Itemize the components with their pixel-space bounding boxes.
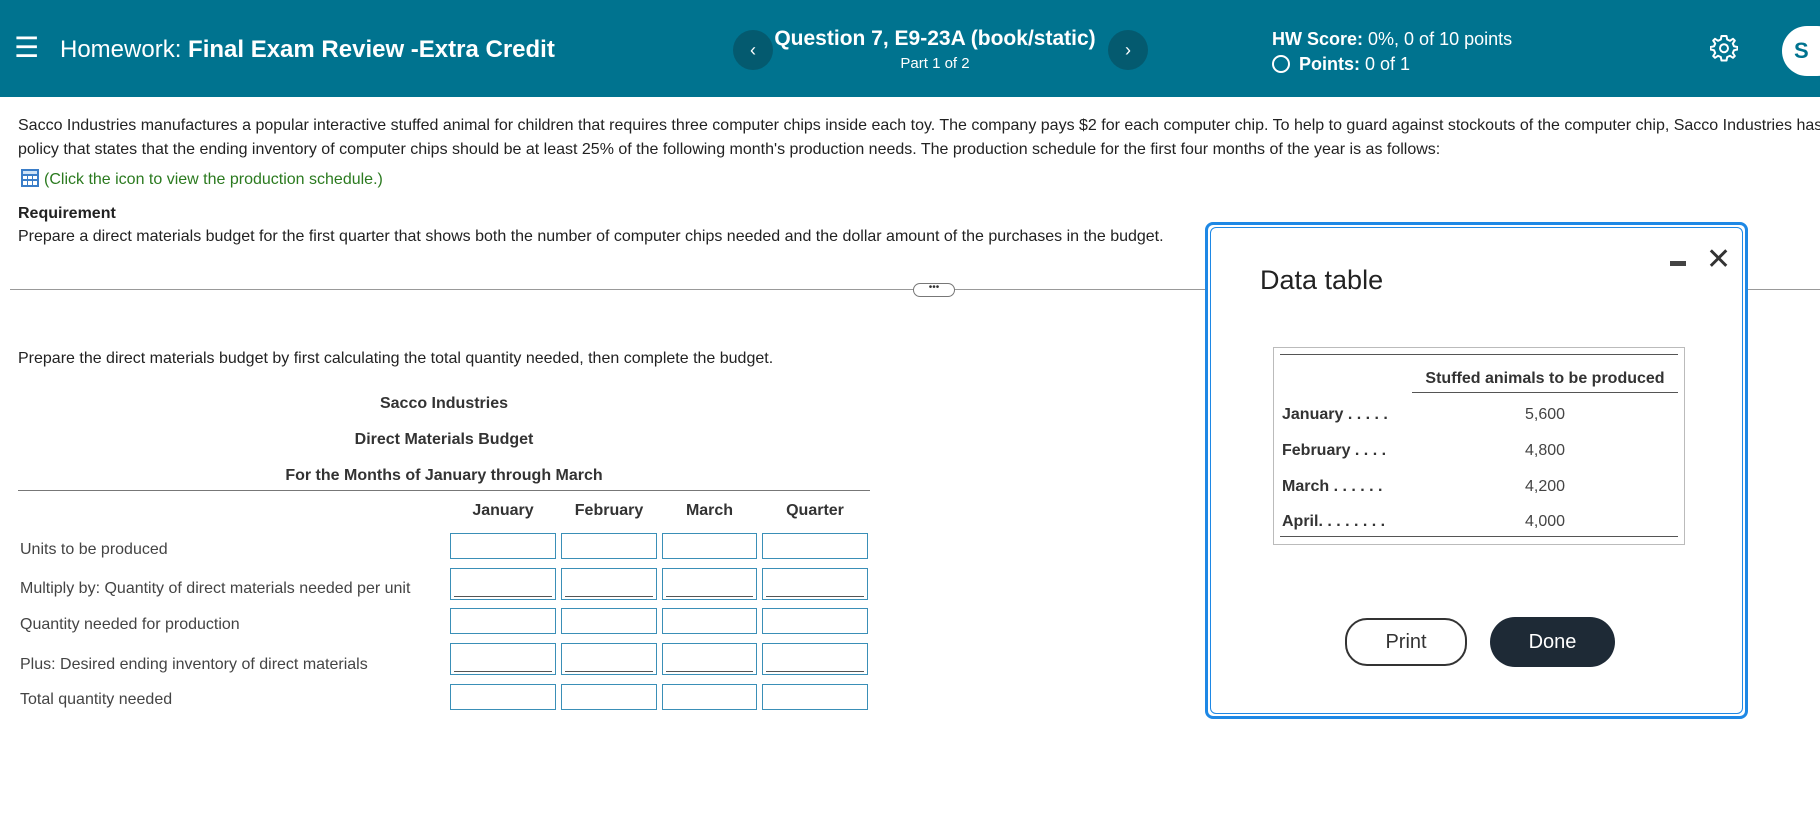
units-produced-quarter-input[interactable] xyxy=(762,533,868,559)
points: Points: 0 of 1 xyxy=(1272,53,1410,75)
quantity-for-production-january-input[interactable] xyxy=(450,608,556,634)
production-schedule-link-text[interactable]: (Click the icon to view the production s… xyxy=(44,171,383,188)
quantity-for-production-february-input[interactable] xyxy=(561,608,657,634)
question-title: Question 7, E9-23A (book/static) xyxy=(774,27,1096,50)
units-produced-february-input[interactable] xyxy=(561,533,657,559)
production-schedule-link[interactable]: (Click the icon to view the production s… xyxy=(20,168,383,191)
gear-icon[interactable] xyxy=(1710,34,1738,62)
table-column-header: Stuffed animals to be produced xyxy=(1425,370,1665,387)
table-grid-icon[interactable] xyxy=(20,168,40,188)
budget-title: Direct Materials Budget xyxy=(354,431,534,448)
quantity-per-unit-quarter-input[interactable] xyxy=(762,568,868,600)
ending-inventory-march-input[interactable] xyxy=(662,643,757,675)
data-table-dialog: ✕ Data table Stuffed animals to be produ… xyxy=(1205,222,1748,719)
production-schedule-table: Stuffed animals to be produced January .… xyxy=(1273,347,1685,545)
ending-inventory-quarter-input[interactable] xyxy=(762,643,868,675)
column-header-quarter: Quarter xyxy=(786,502,844,519)
ending-inventory-february-input[interactable] xyxy=(561,643,657,675)
instruction-text: Prepare the direct materials budget by f… xyxy=(18,350,774,367)
table-top-rule xyxy=(1280,354,1678,355)
column-header-february: February xyxy=(574,502,644,519)
done-button[interactable]: Done xyxy=(1490,617,1615,667)
table-row-value: 4,800 xyxy=(1524,442,1566,459)
table-row-month: January . . . . . xyxy=(1282,406,1388,423)
problem-line-1: Sacco Industries manufactures a popular … xyxy=(18,117,1820,134)
total-quantity-march-input[interactable] xyxy=(662,684,757,710)
quantity-per-unit-january-input[interactable] xyxy=(450,568,556,600)
hw-score: HW Score: 0%, 0 of 10 points xyxy=(1272,28,1512,50)
table-bottom-rule xyxy=(1280,536,1678,537)
problem-statement: Sacco Industries manufactures a popular … xyxy=(18,114,1820,162)
points-label: Points: xyxy=(1299,54,1360,74)
row-label-ending-inventory: Plus: Desired ending inventory of direct… xyxy=(20,656,368,673)
table-row-value: 4,000 xyxy=(1524,513,1566,530)
column-header-march: March xyxy=(685,502,734,519)
row-label-quantity-for-production: Quantity needed for production xyxy=(20,616,240,633)
minimize-icon[interactable] xyxy=(1670,261,1686,266)
homework-title: Homework: Final Exam Review -Extra Credi… xyxy=(60,36,555,64)
table-row-month: April. . . . . . . . xyxy=(1282,513,1386,530)
points-value: 0 of 1 xyxy=(1365,54,1411,74)
table-column-rule xyxy=(1412,392,1678,393)
points-circle-icon xyxy=(1272,55,1290,73)
table-row-value: 5,600 xyxy=(1524,406,1566,423)
requirement-label: Requirement xyxy=(18,205,116,222)
print-button[interactable]: Print xyxy=(1345,618,1467,666)
quantity-per-unit-february-input[interactable] xyxy=(561,568,657,600)
quantity-for-production-march-input[interactable] xyxy=(662,608,757,634)
hw-score-value: 0%, 0 of 10 points xyxy=(1368,29,1513,49)
row-label-total-quantity: Total quantity needed xyxy=(20,691,173,708)
expand-handle[interactable]: ••• xyxy=(913,283,955,297)
ending-inventory-january-input[interactable] xyxy=(450,643,556,675)
header-bar: ☰ Homework: Final Exam Review -Extra Cre… xyxy=(0,0,1820,97)
homework-prefix: Homework: xyxy=(60,36,182,63)
close-icon[interactable]: ✕ xyxy=(1706,245,1731,275)
budget-company: Sacco Industries xyxy=(379,395,509,412)
hw-score-label: HW Score: xyxy=(1272,29,1364,49)
table-row-month: March . . . . . . xyxy=(1282,478,1383,495)
units-produced-january-input[interactable] xyxy=(450,533,556,559)
hamburger-icon[interactable]: ☰ xyxy=(14,34,39,62)
units-produced-march-input[interactable] xyxy=(662,533,757,559)
column-header-january: January xyxy=(472,502,534,519)
dialog-title: Data table xyxy=(1260,265,1384,295)
quantity-per-unit-march-input[interactable] xyxy=(662,568,757,600)
requirement-text: Prepare a direct materials budget for th… xyxy=(18,228,1164,245)
avatar[interactable]: S xyxy=(1782,26,1820,76)
total-quantity-february-input[interactable] xyxy=(561,684,657,710)
homework-name: Final Exam Review -Extra Credit xyxy=(188,36,555,63)
total-quantity-quarter-input[interactable] xyxy=(762,684,868,710)
next-question-button[interactable]: › xyxy=(1108,30,1148,70)
total-quantity-january-input[interactable] xyxy=(450,684,556,710)
row-label-quantity-per-unit: Multiply by: Quantity of direct material… xyxy=(20,580,411,597)
question-part: Part 1 of 2 xyxy=(900,55,970,72)
table-row-value: 4,200 xyxy=(1524,478,1566,495)
row-label-units-produced: Units to be produced xyxy=(20,541,168,558)
table-row-month: February . . . . xyxy=(1282,442,1387,459)
problem-line-2: policy that states that the ending inven… xyxy=(18,141,1441,158)
budget-period: For the Months of January through March xyxy=(285,467,603,484)
budget-header-rule xyxy=(18,490,870,491)
quantity-for-production-quarter-input[interactable] xyxy=(762,608,868,634)
